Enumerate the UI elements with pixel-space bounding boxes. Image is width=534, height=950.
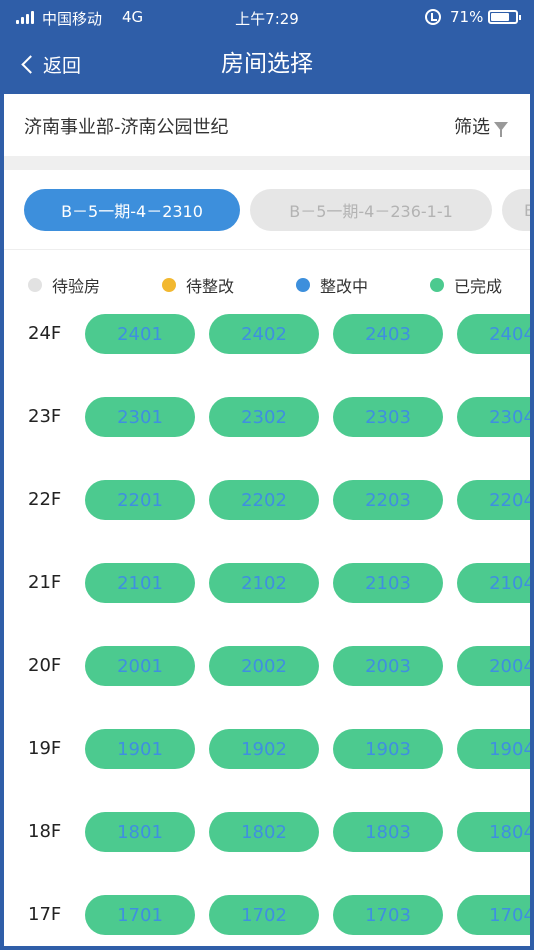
room-button[interactable]: 2403 bbox=[333, 314, 443, 354]
room-button[interactable]: 2102 bbox=[209, 563, 319, 603]
status-dot-icon bbox=[430, 278, 444, 292]
floor-row: 21F 2101 2102 2103 2104 bbox=[4, 563, 530, 603]
room-button[interactable]: 2004 bbox=[457, 646, 530, 686]
legend-item-pending-inspection: 待验房 bbox=[28, 273, 100, 297]
building-tab[interactable]: B－5一期-4－236-1-1 bbox=[250, 189, 492, 231]
floor-label: 21F bbox=[28, 572, 62, 593]
room-button[interactable]: 1902 bbox=[209, 729, 319, 769]
building-tab-selected[interactable]: B－5一期-4－2310 bbox=[24, 189, 240, 231]
battery-percent: 71% bbox=[450, 8, 484, 26]
app-screen: 中国移动 4G 上午7:29 71% 返回 房间选择 济南事业部-济南公园世纪 … bbox=[0, 0, 534, 950]
legend-label: 已完成 bbox=[454, 277, 503, 296]
legend-label: 待验房 bbox=[52, 277, 101, 296]
room-button[interactable]: 2001 bbox=[85, 646, 195, 686]
building-tab[interactable]: B bbox=[502, 189, 530, 231]
room-button[interactable]: 1701 bbox=[85, 895, 195, 935]
room-button[interactable]: 1901 bbox=[85, 729, 195, 769]
room-button[interactable]: 1702 bbox=[209, 895, 319, 935]
floor-label: 24F bbox=[28, 323, 62, 344]
status-dot-icon bbox=[28, 278, 42, 292]
room-button[interactable]: 2302 bbox=[209, 397, 319, 437]
legend-label: 整改中 bbox=[320, 277, 369, 296]
room-button[interactable]: 2401 bbox=[85, 314, 195, 354]
section-divider bbox=[4, 156, 530, 170]
floor-label: 18F bbox=[28, 821, 62, 842]
room-button[interactable]: 2101 bbox=[85, 563, 195, 603]
room-button[interactable]: 2303 bbox=[333, 397, 443, 437]
room-button[interactable]: 2201 bbox=[85, 480, 195, 520]
room-grid: 24F 2401 2402 2403 2404 23F 2301 2302 2303 2304 22… bbox=[4, 311, 530, 946]
room-button[interactable]: 2103 bbox=[333, 563, 443, 603]
room-button[interactable]: 2203 bbox=[333, 480, 443, 520]
floor-label: 23F bbox=[28, 406, 62, 427]
nav-bar: 返回 房间选择 bbox=[4, 34, 530, 94]
floor-row: 17F 1701 1702 1703 1704 bbox=[4, 895, 530, 935]
project-row: 济南事业部-济南公园世纪 筛选 bbox=[4, 94, 530, 156]
room-button[interactable]: 1802 bbox=[209, 812, 319, 852]
floor-label: 22F bbox=[28, 489, 62, 510]
room-button[interactable]: 2003 bbox=[333, 646, 443, 686]
room-button[interactable]: 2304 bbox=[457, 397, 530, 437]
floor-row: 19F 1901 1902 1903 1904 bbox=[4, 729, 530, 769]
floor-row: 24F 2401 2402 2403 2404 bbox=[4, 314, 530, 354]
filter-icon bbox=[494, 121, 508, 137]
status-legend: 待验房 待整改 整改中 已完成 bbox=[4, 251, 530, 311]
building-tabs: B－5一期-4－2310 B－5一期-4－236-1-1 B bbox=[4, 170, 530, 250]
floor-row: 22F 2201 2202 2203 2204 bbox=[4, 480, 530, 520]
battery-fill bbox=[491, 13, 510, 21]
header-bar: 中国移动 4G 上午7:29 71% 返回 房间选择 bbox=[4, 0, 530, 94]
status-dot-icon bbox=[296, 278, 310, 292]
room-button[interactable]: 1904 bbox=[457, 729, 530, 769]
room-button[interactable]: 2104 bbox=[457, 563, 530, 603]
status-dot-icon bbox=[162, 278, 176, 292]
legend-item-completed: 已完成 bbox=[430, 273, 502, 297]
legend-label: 待整改 bbox=[186, 277, 235, 296]
room-button[interactable]: 1703 bbox=[333, 895, 443, 935]
page-title: 房间选择 bbox=[221, 51, 313, 77]
room-button[interactable]: 1704 bbox=[457, 895, 530, 935]
room-button[interactable]: 1801 bbox=[85, 812, 195, 852]
room-button[interactable]: 1903 bbox=[333, 729, 443, 769]
room-button[interactable]: 2402 bbox=[209, 314, 319, 354]
room-button[interactable]: 1803 bbox=[333, 812, 443, 852]
floor-label: 19F bbox=[28, 738, 62, 759]
project-name: 济南事业部-济南公园世纪 bbox=[24, 117, 229, 138]
floor-label: 20F bbox=[28, 655, 62, 676]
legend-item-pending-rectification: 待整改 bbox=[162, 273, 234, 297]
rotation-lock-icon bbox=[425, 9, 441, 25]
room-button[interactable]: 2301 bbox=[85, 397, 195, 437]
floor-row: 23F 2301 2302 2303 2304 bbox=[4, 397, 530, 437]
room-button[interactable]: 2204 bbox=[457, 480, 530, 520]
legend-item-rectifying: 整改中 bbox=[296, 273, 368, 297]
filter-button[interactable]: 筛选 bbox=[454, 113, 508, 139]
floor-row: 18F 1801 1802 1803 1804 bbox=[4, 812, 530, 852]
floor-label: 17F bbox=[28, 904, 62, 925]
room-button[interactable]: 1804 bbox=[457, 812, 530, 852]
battery-icon bbox=[488, 10, 521, 24]
floor-row: 20F 2001 2002 2003 2004 bbox=[4, 646, 530, 686]
room-button[interactable]: 2002 bbox=[209, 646, 319, 686]
status-bar: 中国移动 4G 上午7:29 71% bbox=[4, 0, 530, 34]
room-button[interactable]: 2202 bbox=[209, 480, 319, 520]
filter-label: 筛选 bbox=[454, 117, 490, 138]
room-button[interactable]: 2404 bbox=[457, 314, 530, 354]
